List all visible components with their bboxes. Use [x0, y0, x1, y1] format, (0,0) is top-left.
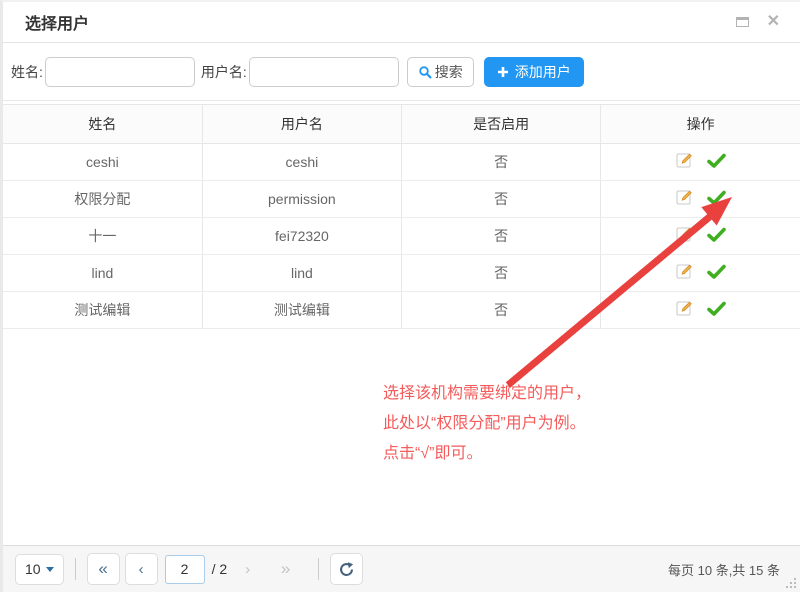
cell-enabled: 否	[402, 144, 601, 181]
last-page-button[interactable]: »	[269, 553, 302, 585]
user-table: 姓名 用户名 是否启用 操作 ceshi ceshi 否 权限分配 permis…	[3, 104, 800, 329]
add-user-button-label: 添加用户	[515, 62, 571, 82]
username-label: 用户名:	[201, 62, 247, 82]
current-page-input[interactable]	[165, 555, 205, 584]
column-header-enabled: 是否启用	[402, 105, 601, 144]
refresh-icon	[339, 562, 354, 577]
dialog-title: 选择用户	[25, 10, 736, 34]
search-icon	[418, 65, 432, 79]
name-input[interactable]	[45, 57, 195, 87]
first-page-button[interactable]: «	[87, 553, 120, 585]
column-header-name: 姓名	[3, 105, 202, 144]
table-row[interactable]: ceshi ceshi 否	[3, 144, 800, 181]
edit-icon[interactable]	[676, 226, 693, 243]
table-row[interactable]: lind lind 否	[3, 255, 800, 292]
edit-icon[interactable]	[676, 189, 693, 206]
select-check-icon[interactable]	[707, 301, 726, 317]
cell-username: ceshi	[202, 144, 401, 181]
close-icon[interactable]: ✕	[767, 14, 780, 30]
divider	[318, 558, 319, 580]
prev-page-button[interactable]: ‹	[125, 553, 158, 585]
page-size-select[interactable]: 10	[15, 554, 64, 585]
cell-enabled: 否	[402, 181, 601, 218]
select-check-icon[interactable]	[707, 264, 726, 280]
cell-username: lind	[202, 255, 401, 292]
refresh-button[interactable]	[330, 553, 363, 585]
pagination-bar: 10 « ‹ / 2 › » 每页 10 条,共 15 条	[3, 545, 800, 592]
select-check-icon[interactable]	[707, 190, 726, 206]
select-check-icon[interactable]	[707, 227, 726, 243]
annotation-line-2: 此处以“权限分配”用户为例。	[383, 409, 591, 439]
column-header-operations: 操作	[601, 105, 800, 144]
username-input[interactable]	[249, 57, 399, 87]
column-header-username: 用户名	[202, 105, 401, 144]
select-check-icon[interactable]	[707, 153, 726, 169]
page-size-value: 10	[25, 561, 41, 577]
search-button-label: 搜索	[435, 62, 463, 82]
annotation-text: 选择该机构需要绑定的用户， 此处以“权限分配”用户为例。 点击“√”即可。	[383, 379, 591, 469]
divider	[75, 558, 76, 580]
resize-grip-icon[interactable]	[786, 578, 797, 589]
cell-name: 十一	[3, 218, 202, 255]
cell-username: permission	[202, 181, 401, 218]
cell-name: ceshi	[3, 144, 202, 181]
search-button[interactable]: 搜索	[407, 57, 474, 87]
dialog-titlebar: 选择用户 ✕	[3, 2, 800, 43]
edit-icon[interactable]	[676, 263, 693, 280]
table-row[interactable]: 权限分配 permission 否	[3, 181, 800, 218]
cell-name: lind	[3, 255, 202, 292]
total-pages-label: / 2	[212, 561, 228, 577]
next-page-button[interactable]: ›	[231, 553, 264, 585]
record-summary: 每页 10 条,共 15 条	[668, 560, 788, 579]
maximize-icon[interactable]	[736, 17, 749, 27]
cell-enabled: 否	[402, 292, 601, 329]
edit-icon[interactable]	[676, 152, 693, 169]
table-header-row: 姓名 用户名 是否启用 操作	[3, 105, 800, 144]
cell-enabled: 否	[402, 255, 601, 292]
cell-enabled: 否	[402, 218, 601, 255]
cell-username: fei72320	[202, 218, 401, 255]
add-user-button[interactable]: 添加用户	[484, 57, 584, 87]
plus-icon	[497, 66, 509, 78]
annotation-line-3: 点击“√”即可。	[383, 439, 591, 469]
table-row[interactable]: 测试编辑 测试编辑 否	[3, 292, 800, 329]
cell-username: 测试编辑	[202, 292, 401, 329]
cell-name: 测试编辑	[3, 292, 202, 329]
table-row[interactable]: 十一 fei72320 否	[3, 218, 800, 255]
cell-name: 权限分配	[3, 181, 202, 218]
chevron-down-icon	[46, 567, 54, 572]
annotation-line-1: 选择该机构需要绑定的用户，	[383, 379, 591, 409]
edit-icon[interactable]	[676, 300, 693, 317]
search-toolbar: 姓名: 用户名: 搜索 添加用户	[3, 43, 800, 101]
name-label: 姓名:	[11, 62, 43, 82]
select-user-dialog: 选择用户 ✕ 姓名: 用户名: 搜索 添加用户	[0, 0, 800, 592]
